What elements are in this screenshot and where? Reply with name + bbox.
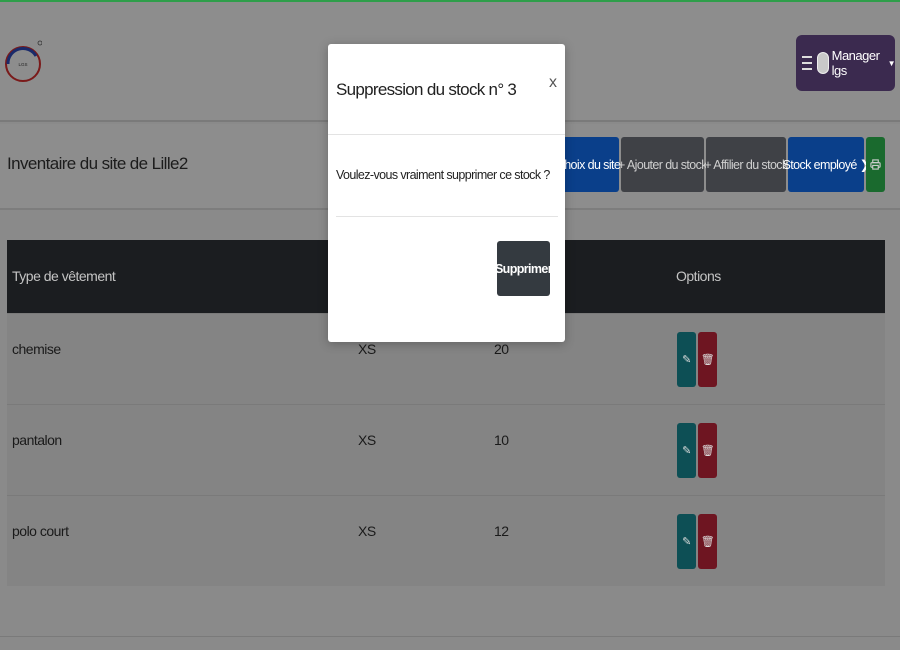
- caret-down-icon: ▼: [887, 58, 896, 68]
- modal-divider: [336, 216, 558, 217]
- column-header-options: Options: [676, 268, 721, 284]
- add-stock-button[interactable]: + Ajouter du stock: [618, 137, 708, 192]
- table-row: pantalon XS 10 ✎ 🗑: [7, 404, 885, 495]
- trash-icon: 🗑: [700, 536, 715, 548]
- delete-button[interactable]: 🗑: [698, 332, 717, 387]
- close-icon[interactable]: x: [549, 74, 557, 92]
- print-button[interactable]: [866, 137, 885, 192]
- user-menu-button[interactable]: Manager lgs ▼: [796, 35, 896, 91]
- cell-type: chemise: [12, 341, 61, 357]
- delete-button[interactable]: 🗑: [698, 423, 717, 478]
- cell-quantity: 20: [494, 341, 509, 357]
- user-menu-label: Manager lgs: [831, 48, 880, 78]
- cell-type: polo court: [12, 523, 69, 539]
- assign-stock-button[interactable]: + Affilier du stock: [704, 137, 788, 192]
- cell-size: XS: [358, 432, 376, 448]
- print-icon: [870, 159, 881, 170]
- pencil-icon: ✎: [682, 354, 691, 366]
- edit-button[interactable]: ✎: [677, 514, 696, 569]
- modal-message: Voulez-vous vraiment supprimer ce stock …: [336, 168, 550, 182]
- cell-type: pantalon: [12, 432, 62, 448]
- page-title: Inventaire du site de Lille2: [7, 154, 188, 173]
- pencil-icon: ✎: [682, 445, 691, 457]
- confirm-delete-button[interactable]: Supprimer: [495, 241, 553, 296]
- trash-icon: 🗑: [700, 354, 715, 366]
- edit-button[interactable]: ✎: [677, 423, 696, 478]
- delete-button[interactable]: 🗑: [698, 514, 717, 569]
- table-row: polo court XS 12 ✎ 🗑: [7, 495, 885, 586]
- footer-divider: [0, 636, 900, 637]
- delete-confirm-modal: Suppression du stock n° 3 x Voulez-vous …: [328, 44, 565, 342]
- modal-title: Suppression du stock n° 3: [336, 80, 517, 99]
- cell-size: XS: [358, 341, 376, 357]
- hamburger-icon[interactable]: [802, 56, 812, 70]
- cell-size: XS: [358, 523, 376, 539]
- column-header-type: Type de vêtement: [12, 268, 116, 284]
- svg-text:LGS: LGS: [18, 62, 27, 67]
- cell-quantity: 12: [494, 523, 509, 539]
- modal-divider: [328, 134, 565, 135]
- employee-stock-button[interactable]: Stock employé ❯: [783, 137, 870, 192]
- trash-icon: 🗑: [700, 445, 715, 457]
- site-choice-button[interactable]: Choix du site: [556, 137, 621, 192]
- avatar: [816, 52, 829, 74]
- pencil-icon: ✎: [682, 536, 691, 548]
- company-logo[interactable]: LGS: [4, 38, 43, 88]
- edit-button[interactable]: ✎: [677, 332, 696, 387]
- cell-quantity: 10: [494, 432, 509, 448]
